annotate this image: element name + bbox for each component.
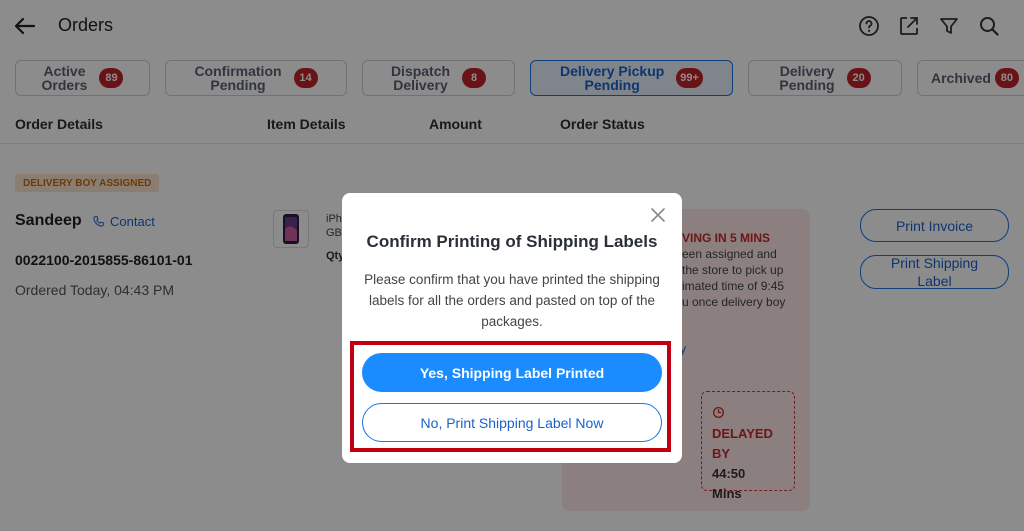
dialog-title: Confirm Printing of Shipping Labels [366, 232, 658, 251]
dialog-message: Please confirm that you have printed the… [364, 272, 660, 329]
confirm-label-printed-button[interactable]: Yes, Shipping Label Printed [362, 353, 662, 392]
close-icon[interactable] [649, 206, 667, 224]
print-label-now-button[interactable]: No, Print Shipping Label Now [362, 403, 662, 442]
orders-page: Orders Active Orders 89 Confirmation Pen… [0, 0, 1024, 531]
